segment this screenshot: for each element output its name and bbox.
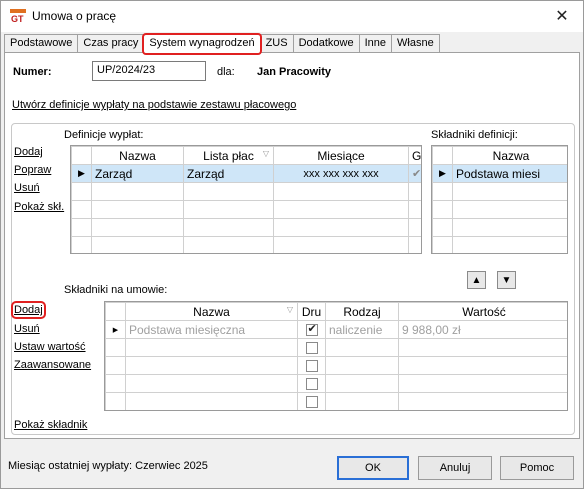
table-row[interactable]: ▶ Zarząd Zarząd xxx xxx xxx xxx ✔: [71, 164, 421, 183]
contract-components-grid[interactable]: Nazwa ▽ Dru Rodzaj Wartość ▶ Podstawa mie…: [104, 301, 568, 411]
tab-dodatkowe[interactable]: Dodatkowe: [292, 34, 360, 53]
column-header-wartosc[interactable]: Wartość: [398, 302, 567, 321]
components-def-header-row: Nazwa: [432, 146, 567, 165]
svg-text:GT: GT: [11, 14, 24, 23]
table-row: [71, 236, 421, 253]
create-definition-link[interactable]: Utwórz definicje wypłaty na podstawie ze…: [12, 99, 296, 111]
cell-nazwa: Zarząd: [91, 164, 184, 183]
cell-miesiace: xxx xxx xxx xxx: [273, 164, 409, 183]
indicator-header: [71, 146, 92, 165]
column-header-nazwa[interactable]: Nazwa ▽: [125, 302, 298, 321]
filter-icon[interactable]: ▽: [287, 305, 293, 314]
payroll-group: Definicje wypłat: Dodaj Popraw Usuń Poka…: [11, 123, 575, 435]
column-header-miesiace[interactable]: Miesiące: [273, 146, 409, 165]
tab-inne[interactable]: Inne: [358, 34, 393, 53]
show-component-link[interactable]: Pokaż składnik: [14, 419, 87, 431]
filter-icon[interactable]: ▽: [263, 149, 269, 158]
definitions-grid[interactable]: Nazwa Lista płac ▽ Miesiące G ▶ Zarząd Za…: [70, 145, 422, 254]
table-row: [71, 182, 421, 201]
component-add-link[interactable]: Dodaj: [11, 301, 46, 319]
tab-panel: Numer: UP/2024/23 dla: Jan Pracowity Utw…: [4, 52, 580, 439]
table-row: [105, 374, 567, 393]
move-up-button[interactable]: ▲: [467, 271, 486, 289]
table-row: [71, 218, 421, 237]
check-icon: ✔: [408, 164, 421, 183]
column-header-nazwa[interactable]: Nazwa: [91, 146, 184, 165]
checkbox[interactable]: [305, 359, 318, 372]
table-row: [432, 200, 567, 219]
dialog-window: GT Umowa o pracę ✕ Podstawowe Czas pracy…: [0, 0, 584, 489]
tab-czas-pracy[interactable]: Czas pracy: [77, 34, 145, 53]
help-button[interactable]: Pomoc: [500, 456, 574, 480]
table-row: [105, 392, 567, 410]
dla-label: dla:: [217, 66, 235, 78]
numer-field[interactable]: UP/2024/23: [92, 61, 206, 81]
move-down-button[interactable]: ▼: [497, 271, 516, 289]
table-row: [71, 200, 421, 219]
definitions-label: Definicje wypłat:: [64, 129, 144, 141]
row-pointer-icon: ▶: [71, 164, 92, 183]
title-bar: GT Umowa o pracę ✕: [1, 1, 583, 32]
definition-delete-link[interactable]: Usuń: [14, 182, 40, 194]
column-header-nazwa-label: Nazwa: [193, 304, 230, 319]
cell-lista: Zarząd: [183, 164, 274, 183]
checkbox[interactable]: [305, 395, 318, 408]
tab-wlasne[interactable]: Własne: [391, 34, 440, 53]
triangle-down-icon: ▼: [501, 274, 512, 286]
table-row: [432, 218, 567, 237]
cell-dru[interactable]: [297, 320, 326, 339]
row-pointer-icon: ▶: [105, 320, 126, 339]
table-row[interactable]: ▶ Podstawa miesięczna naliczenie 9 988,0…: [105, 320, 567, 339]
tab-system-wynagrodzen[interactable]: System wynagrodzeń: [142, 33, 262, 55]
table-row: [432, 236, 567, 253]
window-title: Umowa o pracę: [32, 9, 117, 23]
definition-add-link[interactable]: Dodaj: [14, 146, 43, 158]
components-def-grid[interactable]: Nazwa ▶ Podstawa miesi: [431, 145, 568, 254]
components-def-label: Składniki definicji:: [431, 129, 518, 141]
tab-zus[interactable]: ZUS: [259, 34, 294, 53]
table-row: [105, 338, 567, 357]
tab-strip: Podstawowe Czas pracy System wynagrodzeń…: [4, 33, 440, 55]
contract-components-label: Składniki na umowie:: [64, 284, 168, 296]
cell-rodzaj: naliczenie: [325, 320, 399, 339]
gt-logo-icon: GT: [10, 9, 26, 23]
tab-podstawowe[interactable]: Podstawowe: [4, 34, 79, 53]
cell-wartosc: 9 988,00 zł: [398, 320, 567, 339]
cancel-button[interactable]: Anuluj: [418, 456, 492, 480]
definition-show-components-link[interactable]: Pokaż skł.: [14, 201, 64, 213]
numer-label: Numer:: [13, 66, 52, 78]
definitions-header-row: Nazwa Lista płac ▽ Miesiące G: [71, 146, 421, 165]
checkbox[interactable]: [305, 341, 318, 354]
checkbox[interactable]: [305, 322, 318, 336]
indicator-header: [105, 302, 126, 321]
cell-nazwa: Podstawa miesięczna: [125, 320, 298, 339]
table-row: [105, 356, 567, 375]
checkbox[interactable]: [305, 377, 318, 390]
triangle-up-icon: ▲: [471, 274, 482, 286]
row-pointer-icon: ▶: [432, 164, 453, 183]
column-header-lista-plac-label: Lista płac: [203, 148, 254, 163]
last-payment-text: Miesiąc ostatniej wypłaty: Czerwiec 2025: [8, 460, 208, 472]
table-row: [432, 182, 567, 201]
definition-edit-link[interactable]: Popraw: [14, 164, 51, 176]
cell-nazwa: Podstawa miesi: [452, 164, 567, 183]
status-bar: Miesiąc ostatniej wypłaty: Czerwiec 2025…: [1, 441, 583, 489]
component-delete-link[interactable]: Usuń: [14, 323, 40, 335]
indicator-header: [432, 146, 453, 165]
column-header-rodzaj[interactable]: Rodzaj: [325, 302, 399, 321]
column-header-dru[interactable]: Dru: [297, 302, 326, 321]
employee-name: Jan Pracowity: [257, 66, 331, 78]
table-row[interactable]: ▶ Podstawa miesi: [432, 164, 567, 183]
contract-components-header-row: Nazwa ▽ Dru Rodzaj Wartość: [105, 302, 567, 321]
component-advanced-link[interactable]: Zaawansowane: [14, 359, 91, 371]
column-header-g[interactable]: G: [408, 146, 421, 165]
component-set-value-link[interactable]: Ustaw wartość: [14, 341, 86, 353]
column-header-lista-plac[interactable]: Lista płac ▽: [183, 146, 274, 165]
ok-button[interactable]: OK: [337, 456, 409, 480]
column-header-nazwa[interactable]: Nazwa: [452, 146, 567, 165]
close-button[interactable]: ✕: [549, 5, 575, 27]
